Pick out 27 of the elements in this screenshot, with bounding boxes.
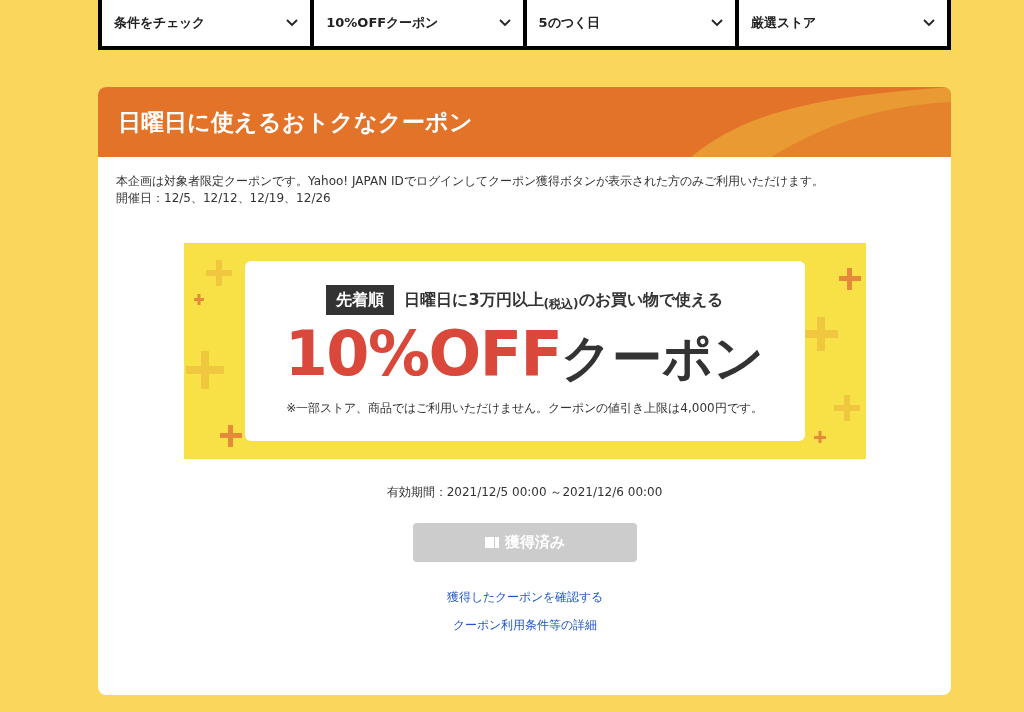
filter-dropdown[interactable]: 厳選ストア — [738, 0, 947, 46]
chevron-icon — [286, 19, 299, 27]
plus-icon — [185, 351, 224, 389]
filter-dropdown[interactable]: 条件をチェック — [102, 0, 311, 46]
coupon-word: クーポン — [561, 328, 765, 389]
chevron-icon — [923, 19, 935, 27]
first-come-badge: 先着順 — [326, 285, 395, 315]
plus-icon — [838, 268, 861, 290]
filter-dropdown[interactable]: 5のつく日 — [526, 0, 735, 46]
chevron-icon — [710, 19, 723, 27]
filter-dropdown[interactable]: 10%OFFクーポン — [314, 0, 523, 46]
plus-icon — [205, 260, 232, 286]
coupon-link[interactable]: 獲得したクーポンを確認する — [446, 588, 603, 606]
discount-text: 10%OFF — [284, 317, 562, 391]
chevron-icon — [498, 19, 511, 27]
coupon-icon — [484, 537, 499, 548]
plus-icon — [219, 425, 242, 447]
card-title: 日曜日に使えるおトクなクーポン — [118, 107, 473, 137]
notice-text: 本企画は対象者限定クーポンです。Yahoo! JAPAN IDでログインしてクーポン獲得ボタンが表示された方のみご利用いただけます。 — [116, 173, 825, 190]
coupon-link[interactable]: クーポン利用条件等の詳細 — [452, 616, 597, 634]
plus-icon — [193, 294, 204, 305]
validity-period: 有効期間：2021/12/5 00:00 ～2021/12/6 00:00 — [385, 484, 664, 501]
event-dates: 開催日：12/5、12/12、12/19、12/26 — [116, 190, 332, 207]
plus-icon — [833, 395, 860, 421]
plus-icon — [813, 431, 826, 443]
coupon-condition: 日曜日に3万円以上$_{(税込)}$のお買い物で使える — [404, 289, 723, 312]
banner-note: ※一部ストア、商品ではご利用いただけません。クーポンの値引き上限は4,000円です。 — [286, 400, 763, 417]
